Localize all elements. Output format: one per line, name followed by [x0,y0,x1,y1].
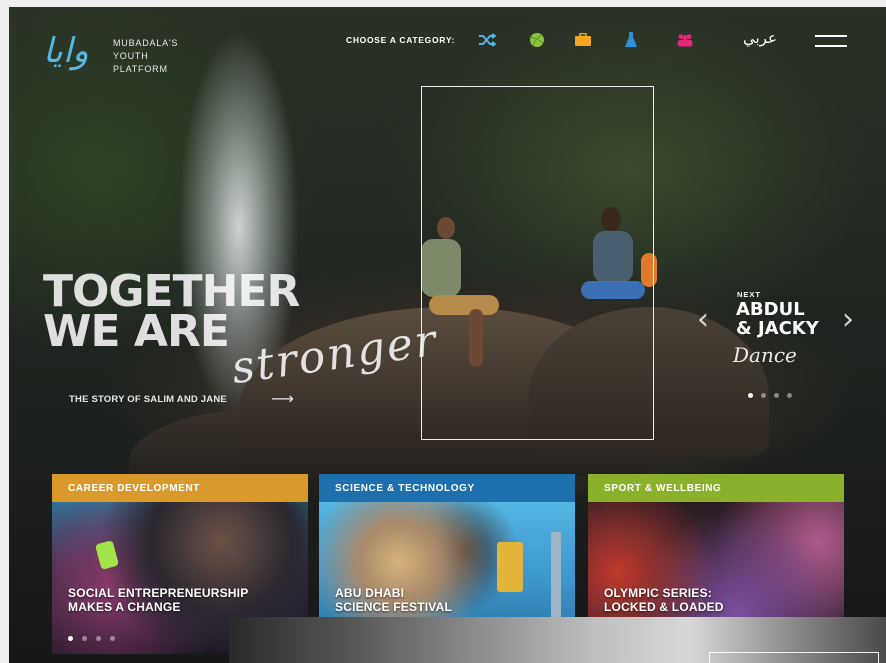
next-script-word: Dance [733,343,797,367]
card-caption-line: ABU DHABI [335,586,405,600]
chevron-left-icon[interactable]: ‹ [697,302,709,337]
card-caption-line: SCIENCE FESTIVAL [335,600,452,614]
people-icon[interactable] [676,31,694,49]
card-dot[interactable] [96,636,101,641]
card-caption: OLYMPIC SERIES: LOCKED & LOADED [604,586,724,614]
slide-dot[interactable] [761,393,766,398]
card-caption: SOCIAL ENTREPRENEURSHIP MAKES A CHANGE [68,586,248,614]
shuffle-icon[interactable] [478,31,496,49]
slide-dot[interactable] [787,393,792,398]
card-caption-line: MAKES A CHANGE [68,600,181,614]
card-category[interactable]: CAREER DEVELOPMENT [52,474,308,502]
slide-dot[interactable] [774,393,779,398]
logo-text[interactable]: MUBADALA'S YOUTH PLATFORM [113,37,223,76]
chevron-right-icon[interactable]: › [842,302,854,337]
card-category[interactable]: SCIENCE & TECHNOLOGY [319,474,575,502]
briefcase-icon[interactable] [574,31,592,49]
next-title-line: & JACKY [736,318,819,339]
slide-dot[interactable] [748,393,753,398]
card-dot[interactable] [82,636,87,641]
hero-section: وايا MUBADALA'S YOUTH PLATFORM CHOOSE A … [9,7,886,663]
flask-icon[interactable] [622,31,640,49]
next-title-line: ABDUL [736,299,805,320]
model-shape [497,542,523,592]
card-caption-line: LOCKED & LOADED [604,600,724,614]
card-dot[interactable] [110,636,115,641]
next-title[interactable]: ABDUL & JACKY [736,300,819,338]
arrow-right-icon[interactable]: ⟶ [271,389,294,409]
card-category[interactable]: SPORT & WELLBEING [588,474,844,502]
logo-line: MUBADALA'S [113,38,179,48]
logo-line: YOUTH [113,51,149,61]
language-switch[interactable]: عربي [743,29,777,47]
card-dot[interactable] [68,636,73,641]
overlay-frame [709,652,879,663]
tower-shape [551,532,561,622]
card-caption-line: OLYMPIC SERIES: [604,586,712,600]
card-caption-line: SOCIAL ENTREPRENEURSHIP [68,586,249,600]
logo-line: PLATFORM [113,64,168,74]
card-caption: ABU DHABI SCIENCE FESTIVAL [335,586,452,614]
ball-icon[interactable] [528,31,546,49]
site-header: وايا MUBADALA'S YOUTH PLATFORM CHOOSE A … [9,7,886,77]
phone-shape [94,540,120,570]
card-dots [68,636,115,641]
slide-dots [748,393,792,398]
menu-icon[interactable] [815,35,847,51]
focus-frame [421,86,654,440]
next-label: NEXT [737,290,762,299]
logo-mark[interactable]: وايا [43,31,103,71]
category-label: CHOOSE A CATEGORY: [346,35,456,45]
story-link[interactable]: THE STORY OF SALIM AND JANE [69,394,227,405]
